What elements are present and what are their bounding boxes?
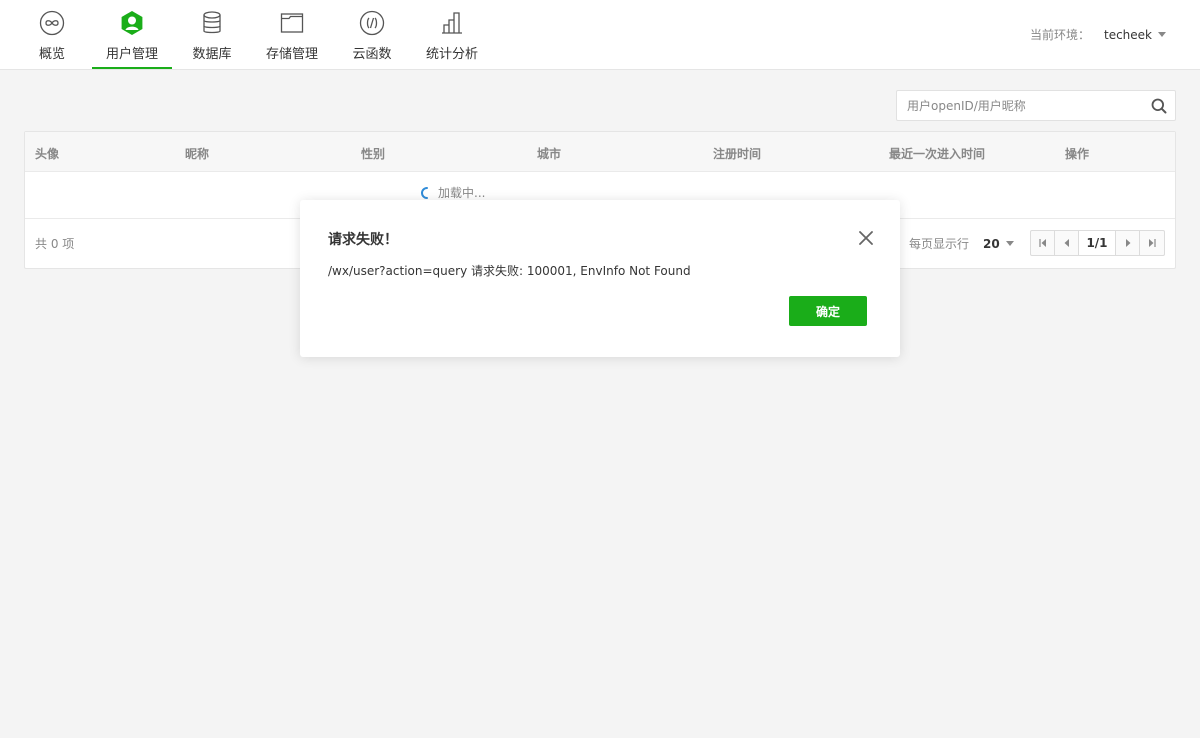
error-dialog: 请求失败！ /wx/user?action=query 请求失败: 100001…: [300, 200, 900, 357]
dialog-title: 请求失败！: [328, 232, 398, 248]
dialog-message: /wx/user?action=query 请求失败: 100001, EnvI…: [328, 264, 691, 278]
dialog-overlay: 请求失败！ /wx/user?action=query 请求失败: 100001…: [0, 0, 1200, 738]
close-icon[interactable]: [859, 231, 873, 245]
confirm-button[interactable]: 确定: [789, 296, 867, 326]
